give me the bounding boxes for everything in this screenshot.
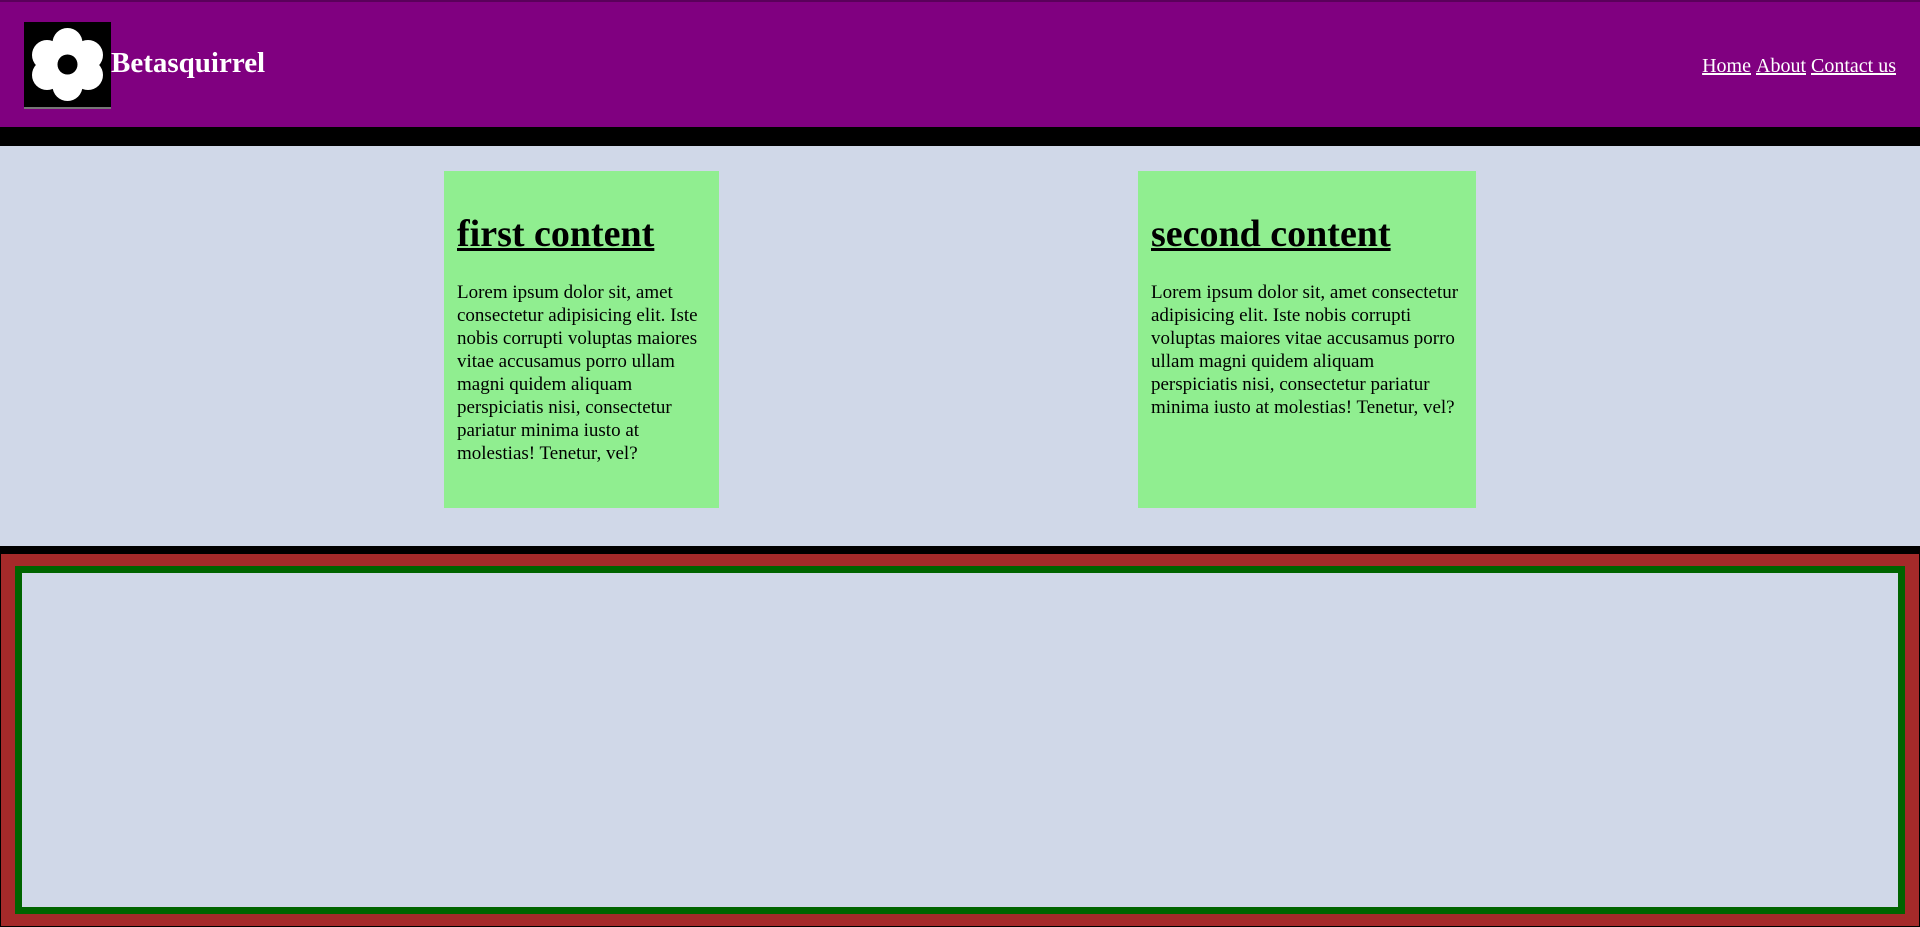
footer-panel	[15, 566, 1905, 914]
brand-name: Betasquirrel	[111, 47, 266, 79]
header-band	[0, 127, 1920, 146]
nav-link-about[interactable]: About	[1756, 55, 1806, 77]
site-header: Betasquirrel Home About Contact us	[0, 0, 1920, 127]
card-title: first content	[457, 213, 655, 255]
card-body: Lorem ipsum dolor sit, amet consectetur …	[1151, 282, 1459, 418]
flower-icon	[32, 28, 103, 101]
footer	[0, 553, 1920, 927]
main-nav: Home About Contact us	[1697, 54, 1896, 78]
card-title: second content	[1151, 213, 1391, 255]
nav-link-home[interactable]: Home	[1702, 55, 1751, 77]
logo[interactable]	[24, 22, 111, 109]
content-card-second: second content Lorem ipsum dolor sit, am…	[1138, 171, 1476, 508]
card-body: Lorem ipsum dolor sit, amet consectetur …	[457, 282, 698, 464]
section-divider	[0, 546, 1920, 553]
content-card-first: first content Lorem ipsum dolor sit, ame…	[444, 171, 719, 508]
nav-link-contact[interactable]: Contact us	[1811, 55, 1896, 77]
